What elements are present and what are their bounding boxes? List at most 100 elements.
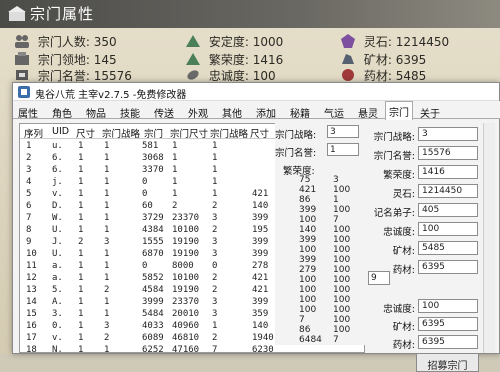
sect-icon xyxy=(8,6,26,21)
field-input[interactable]: 3 xyxy=(418,127,478,141)
field-input[interactable]: 405 xyxy=(418,203,478,217)
table-cell: 8000 xyxy=(172,261,194,271)
table-cell: 6230 xyxy=(252,345,274,353)
stat-label: 宗门名誉: xyxy=(37,69,90,83)
table-cell: 3 xyxy=(212,237,218,247)
col-size-2[interactable]: 尺寸 xyxy=(250,126,269,140)
table-cell: j. xyxy=(52,177,63,187)
table-cell: 1 xyxy=(104,261,110,271)
count-input[interactable]: 9 xyxy=(368,271,390,285)
table-cell: 5. xyxy=(52,285,63,295)
table-cell: 9 xyxy=(26,237,32,247)
table-cell: U. xyxy=(52,249,63,259)
table-cell: 278 xyxy=(252,261,269,271)
table-cell: 10100 xyxy=(172,225,200,235)
detail-value: 100 xyxy=(299,285,317,295)
table-cell: 19190 xyxy=(172,285,200,295)
table-cell: 18 xyxy=(26,345,37,353)
table-cell: U. xyxy=(52,225,63,235)
table-cell: 140 xyxy=(252,321,269,331)
table-cell: 1 xyxy=(212,189,218,199)
herb-icon xyxy=(342,69,354,81)
tab-teleport[interactable]: 传送 xyxy=(153,103,175,120)
col-sect-size[interactable]: 宗门尺寸 xyxy=(170,126,208,140)
table-cell: 16 xyxy=(26,321,37,331)
table-cell: 2 xyxy=(212,273,218,283)
tab-items[interactable]: 物品 xyxy=(85,103,107,120)
field-input[interactable]: 5485 xyxy=(418,241,478,255)
detail-value: 1 xyxy=(333,195,339,205)
tab-cheats[interactable]: 秘籍 xyxy=(289,103,311,120)
table-cell: 1 xyxy=(78,297,84,307)
table-cell: 2 xyxy=(104,285,110,295)
field-input[interactable]: 6395 xyxy=(418,260,478,274)
table-cell: 23370 xyxy=(172,213,200,223)
table-row[interactable]: 18 N. 1 1 6252 47160 7 6230 xyxy=(20,345,364,353)
table-cell: 1 xyxy=(212,165,218,175)
tab-add[interactable]: 添加 xyxy=(255,103,277,120)
tab-character[interactable]: 角色 xyxy=(51,103,73,120)
table-cell: 10 xyxy=(26,249,37,259)
tab-sect[interactable]: 宗门 xyxy=(385,101,413,120)
field-input[interactable]: 100 xyxy=(418,299,478,313)
table-cell: 1 xyxy=(172,165,178,175)
tab-other[interactable]: 其他 xyxy=(221,103,243,120)
field-input[interactable]: 1214450 xyxy=(418,184,478,198)
col-strategy-2[interactable]: 宗门战略 xyxy=(210,126,248,140)
table-cell: 3 xyxy=(104,321,110,331)
field-input[interactable]: 6395 xyxy=(418,317,478,331)
tab-spirit[interactable]: 悬灵 xyxy=(357,103,379,120)
tab-attributes[interactable]: 属性 xyxy=(17,103,39,120)
table-cell: 2 xyxy=(212,333,218,343)
window-title-bar[interactable]: 鬼谷八荒 主宰v2.7.5 -免费修改器 xyxy=(13,83,499,101)
tab-fortune[interactable]: 气运 xyxy=(323,103,345,120)
table-cell: 3 xyxy=(212,297,218,307)
stat-label: 繁荣度: xyxy=(208,53,249,67)
table-cell: 399 xyxy=(252,297,269,307)
stat-label: 宗门人数: xyxy=(37,35,90,49)
tab-appearance[interactable]: 外观 xyxy=(187,103,209,120)
table-cell: 2 xyxy=(212,201,218,211)
table-cell: N. xyxy=(52,345,63,353)
strategy-field[interactable]: 3 xyxy=(327,125,359,138)
table-cell: 3068 xyxy=(142,153,164,163)
table-cell: 1 xyxy=(104,225,110,235)
field-input[interactable]: 1416 xyxy=(418,165,478,179)
table-cell: 421 xyxy=(252,273,269,283)
field-input[interactable]: 15576 xyxy=(418,146,478,160)
triangle-icon xyxy=(186,35,200,47)
table-cell: 6089 xyxy=(142,333,164,343)
col-uid[interactable]: UID xyxy=(52,126,69,137)
col-strategy[interactable]: 宗门战略 xyxy=(102,126,140,140)
field-input[interactable]: 6395 xyxy=(418,335,478,349)
detail-value: 100 xyxy=(333,205,351,215)
strategy-label: 宗门战略: xyxy=(275,130,317,141)
people-icon xyxy=(15,35,29,48)
scrollbar[interactable] xyxy=(483,123,495,353)
leaf-icon xyxy=(187,70,199,80)
table-cell: 1 xyxy=(78,225,84,235)
table-cell: 1 xyxy=(78,333,84,343)
table-cell: 0 xyxy=(142,261,148,271)
col-size[interactable]: 尺寸 xyxy=(76,126,95,140)
table-cell: 5 xyxy=(26,189,32,199)
table-cell: 13 xyxy=(26,285,37,295)
detail-value: 100 xyxy=(333,315,351,325)
stat-value: 1416 xyxy=(252,53,284,67)
table-cell: 15 xyxy=(26,309,37,319)
tab-about[interactable]: 关于 xyxy=(419,103,441,120)
table-cell: 1 xyxy=(104,309,110,319)
stat-value: 350 xyxy=(93,35,117,49)
tab-skills[interactable]: 技能 xyxy=(119,103,141,120)
stat-label: 灵石: xyxy=(363,35,392,49)
field-input[interactable]: 100 xyxy=(418,222,478,236)
col-index[interactable]: 序列 xyxy=(24,126,43,140)
col-sect[interactable]: 宗门 xyxy=(144,126,163,140)
field-label: 灵石: xyxy=(392,189,415,200)
recruit-sect-button[interactable]: 招募宗门 xyxy=(416,353,479,372)
detail-value: 3 xyxy=(333,175,339,185)
name-field[interactable]: 1 xyxy=(327,143,359,156)
table-cell: 1 xyxy=(104,141,110,151)
window-title: 鬼谷八荒 主宰v2.7.5 -免费修改器 xyxy=(35,90,187,101)
table-cell: 3 xyxy=(212,213,218,223)
